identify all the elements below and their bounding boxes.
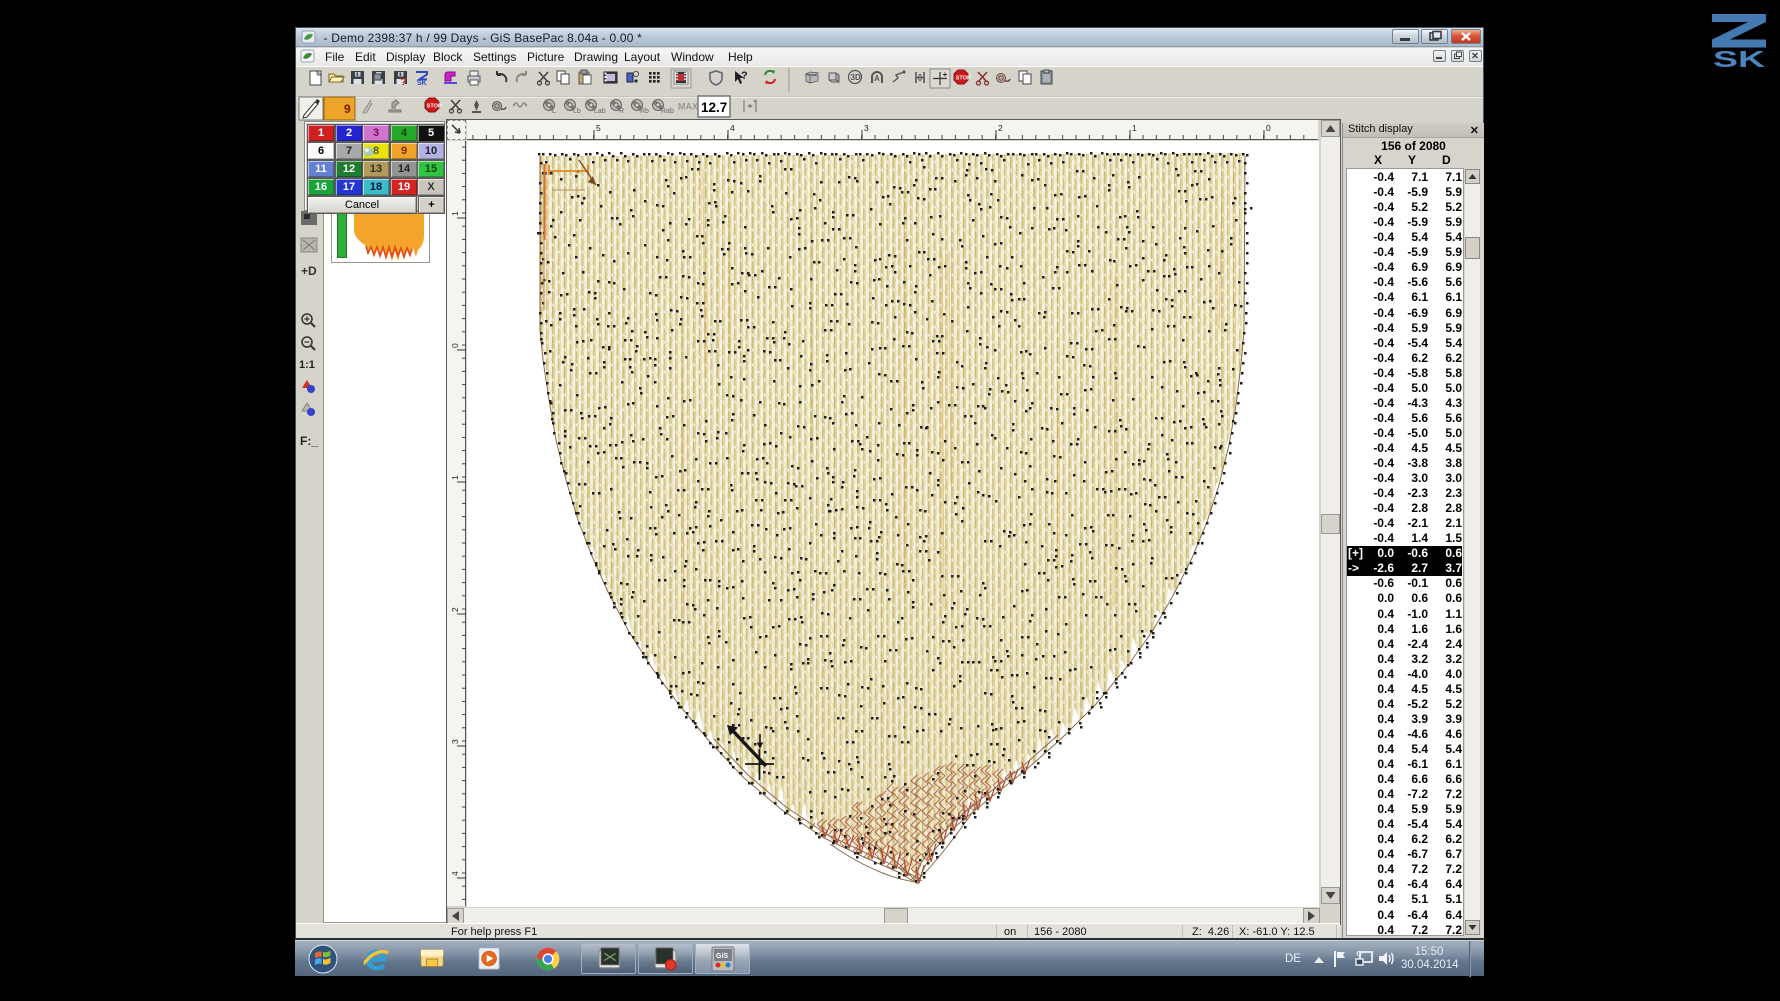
svg-text:3: 3 <box>864 123 869 133</box>
svg-text:1: 1 <box>450 211 460 216</box>
svg-text:Lab: Lab <box>594 108 606 115</box>
svg-text:?: ? <box>401 77 407 88</box>
svg-text:SK: SK <box>1713 46 1766 70</box>
svg-text:0: 0 <box>450 343 460 348</box>
svg-text:3D: 3D <box>851 73 861 82</box>
svg-text:A: A <box>874 74 880 83</box>
svg-text:MAX: MAX <box>678 102 698 112</box>
svg-text:9: 9 <box>344 102 351 116</box>
svg-text:0: 0 <box>1266 123 1271 133</box>
svg-text:1: 1 <box>1132 123 1137 133</box>
svg-text:STOP: STOP <box>956 76 971 82</box>
svg-text:Lb: Lb <box>573 108 581 115</box>
svg-text:2: 2 <box>998 123 1003 133</box>
svg-text:4: 4 <box>450 871 460 876</box>
svg-text:1:1: 1:1 <box>299 359 315 371</box>
svg-text:L: L <box>552 108 556 115</box>
svg-text:5: 5 <box>596 123 601 133</box>
svg-text:SK: SK <box>417 80 427 87</box>
svg-text:3: 3 <box>450 739 460 744</box>
svg-text:Rb: Rb <box>640 108 649 115</box>
svg-text:?: ? <box>741 70 748 82</box>
svg-text:GiS: GiS <box>716 953 728 960</box>
svg-text:12.7: 12.7 <box>701 100 727 115</box>
svg-text:4: 4 <box>730 123 735 133</box>
svg-text:+D: +D <box>301 264 317 278</box>
svg-text:Rab: Rab <box>661 108 674 115</box>
svg-text:STOP: STOP <box>427 104 442 110</box>
svg-text:R: R <box>619 108 624 115</box>
svg-text:2: 2 <box>450 607 460 612</box>
svg-text:1: 1 <box>450 475 460 480</box>
svg-text:F:_: F:_ <box>300 434 318 448</box>
